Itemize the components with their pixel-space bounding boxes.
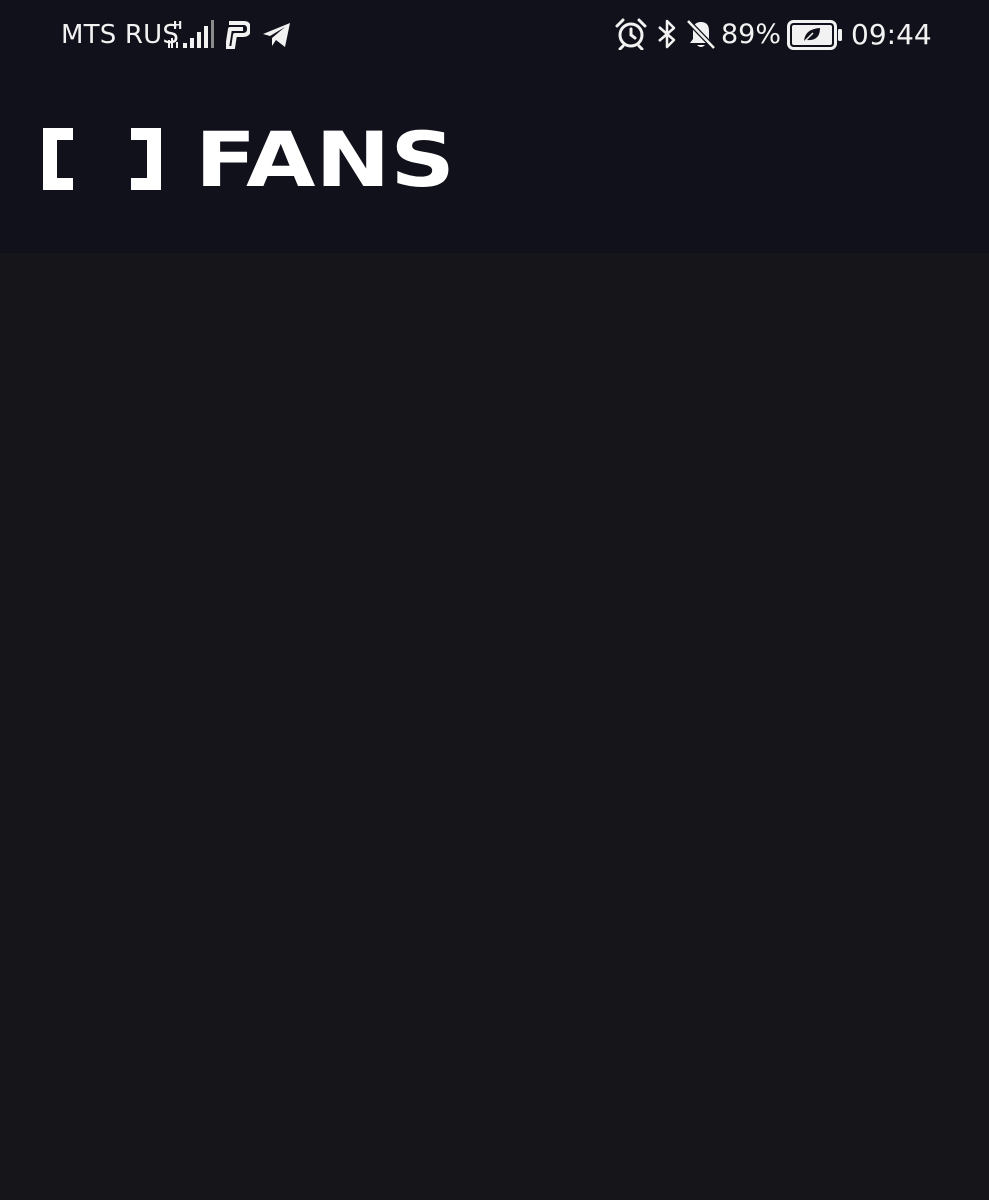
main-content-area (0, 253, 989, 1200)
alarm-icon (615, 18, 647, 50)
left-bracket-logo-mark (43, 128, 73, 190)
logo-text: FANS (195, 115, 456, 204)
status-bar: MTS RUS H 89% 09:44 (0, 0, 989, 72)
bell-muted-icon (686, 19, 716, 50)
right-bracket-logo-mark (131, 128, 161, 190)
network-type-label: H (173, 19, 182, 32)
telegram-icon (263, 23, 290, 47)
battery-percentage: 89% (721, 19, 782, 50)
bluetooth-icon (658, 19, 676, 49)
carrier-name: MTS RUS (61, 20, 180, 50)
parking-app-icon (226, 21, 250, 49)
signal-icon: H (168, 19, 214, 48)
battery-saver-icon (787, 20, 842, 50)
top-area: MTS RUS H 89% 09:44 FANS (0, 0, 989, 253)
clock-time: 09:44 (851, 18, 932, 51)
